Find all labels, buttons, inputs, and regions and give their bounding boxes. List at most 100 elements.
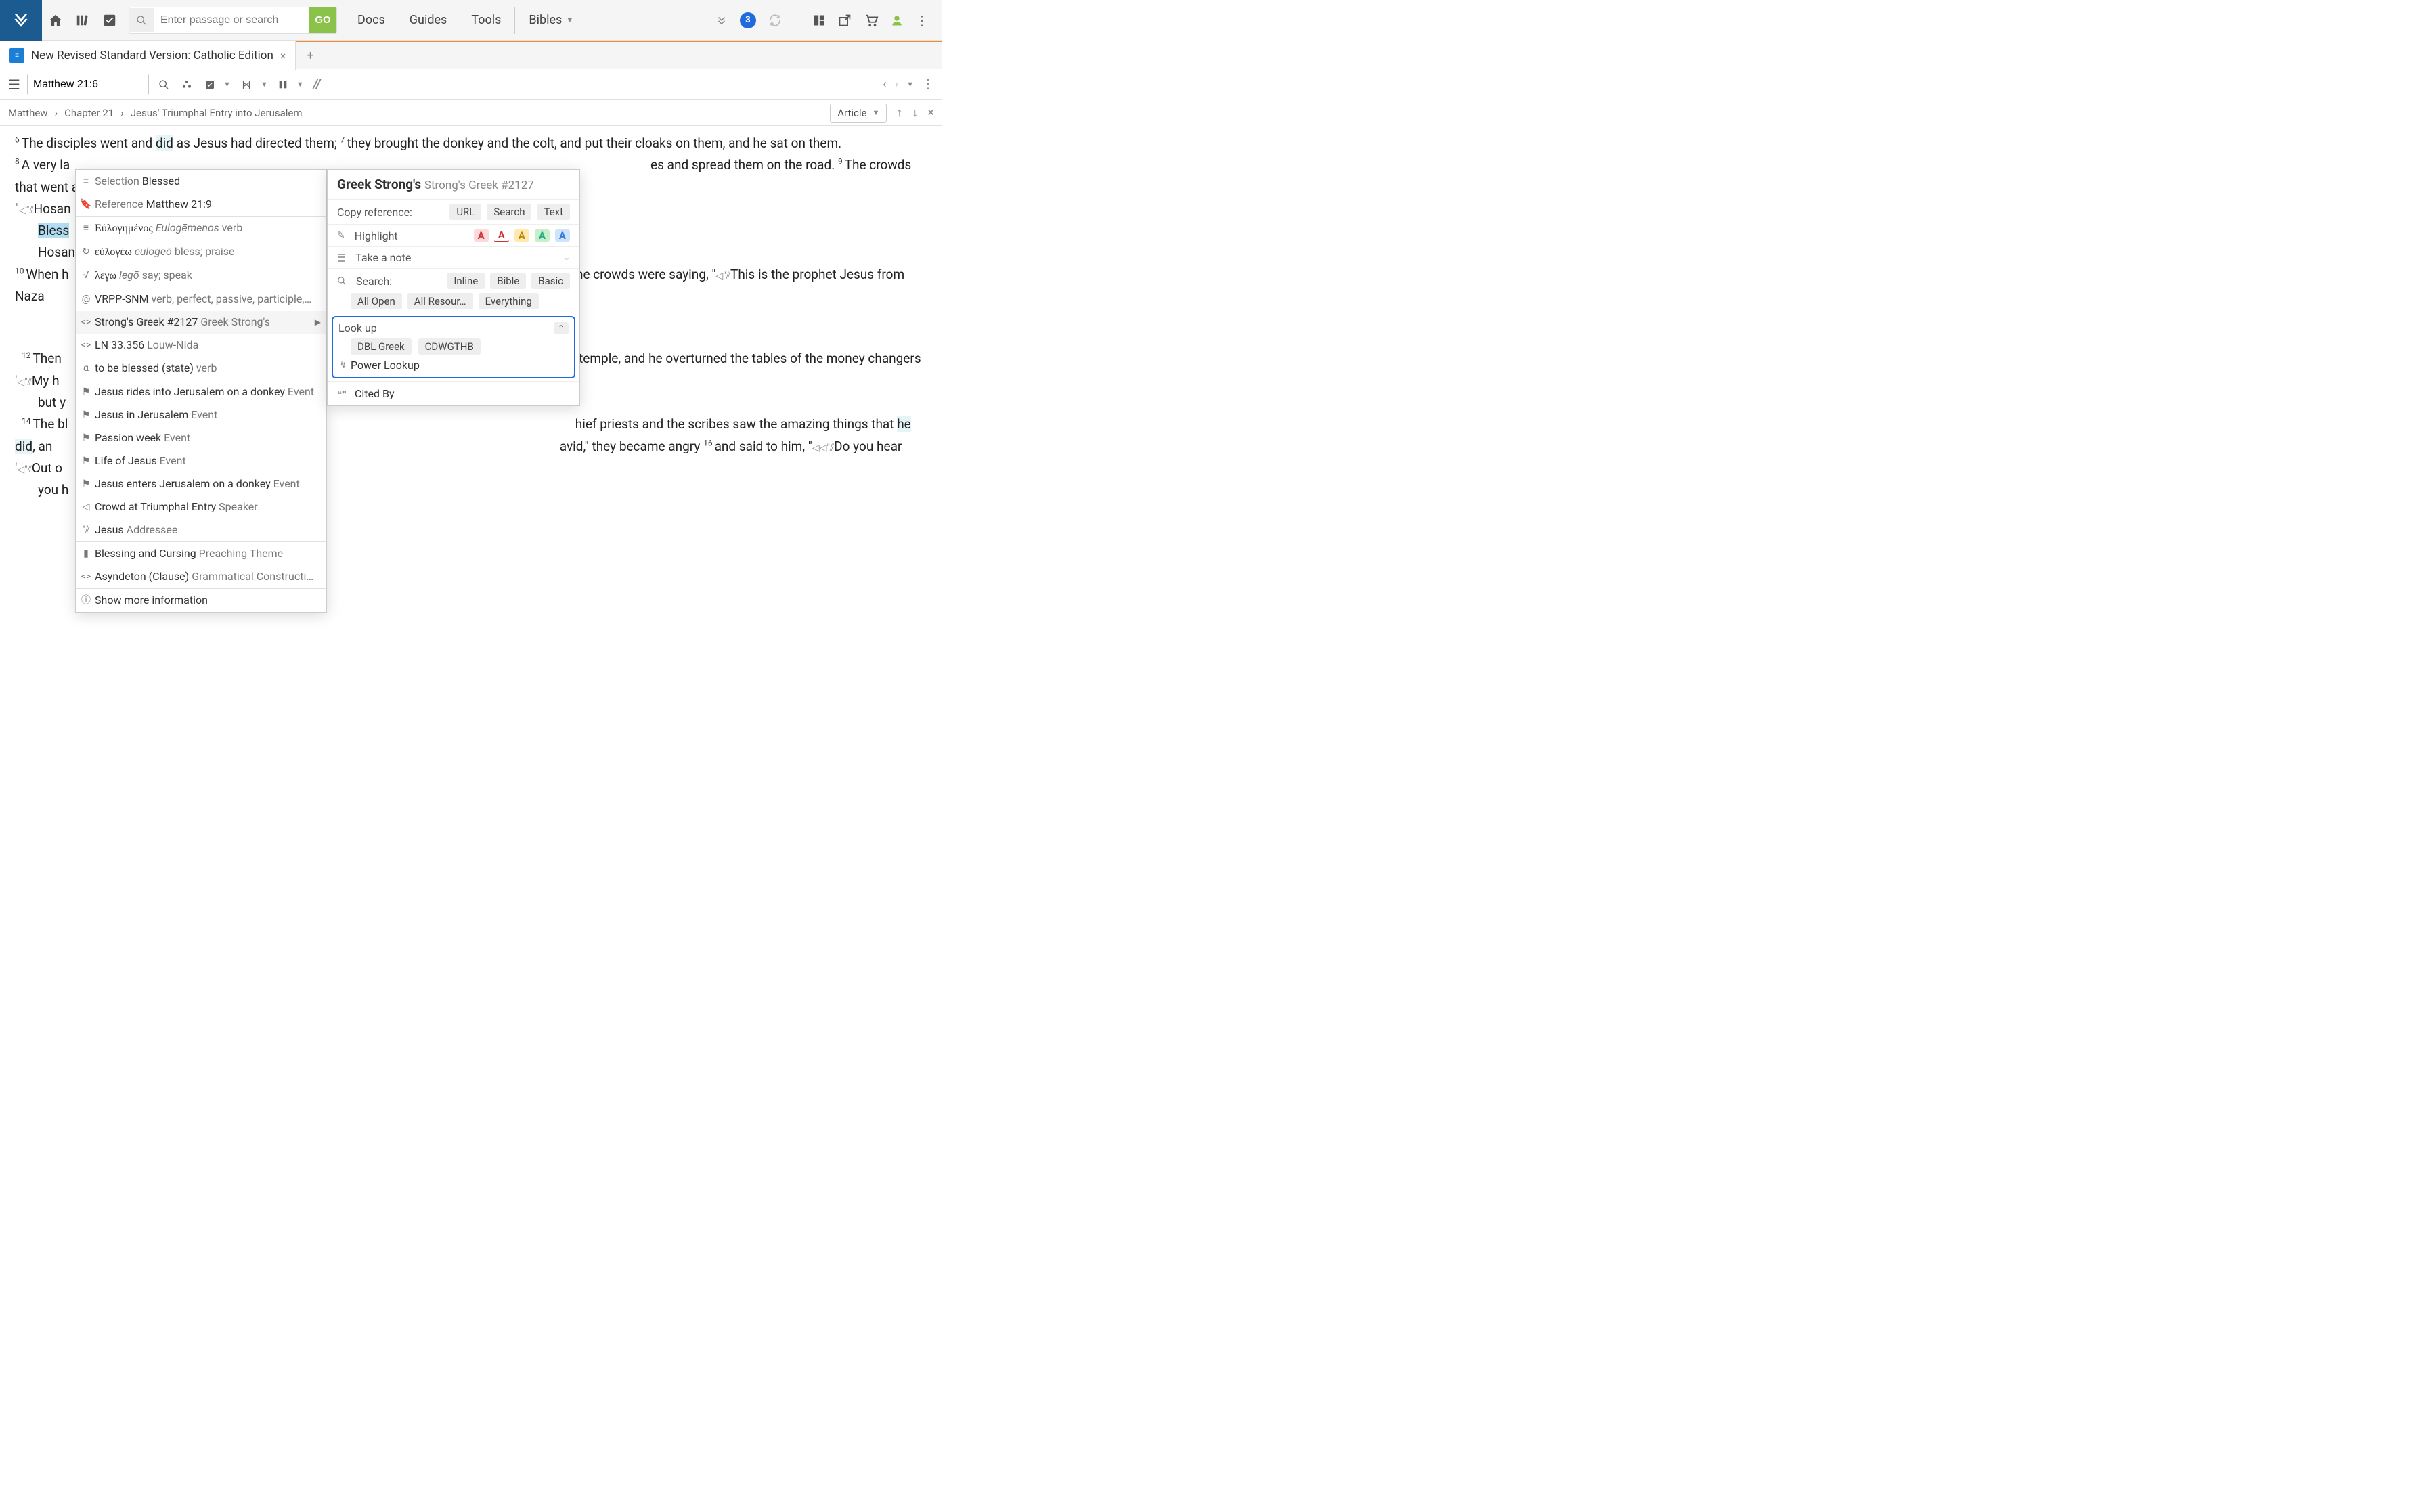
highlight-red[interactable]: A [474,229,489,242]
panel-subtitle: Strong's Greek #2127 [424,179,534,192]
chevron-right-icon: › [120,107,124,119]
search-allopen-button[interactable]: All Open [351,293,402,309]
parallel-icon[interactable]: // [311,77,324,91]
highlight-green[interactable]: A [535,229,550,242]
search-everything-button[interactable]: Everything [479,293,539,309]
kebab-menu-icon[interactable]: ⋮ [922,77,934,91]
verse-text: A very la [22,157,70,173]
nav-tools[interactable]: Tools [471,13,501,27]
ctx-event-1[interactable]: ⚑ Jesus rides into Jerusalem on a donkey… [76,380,326,403]
search-bible-button[interactable]: Bible [490,273,526,289]
transliteration: Eulogēmenos [156,221,219,234]
take-note-row[interactable]: ▤ Take a note ⌄ [328,246,579,268]
tab-nrsvce[interactable]: ≡ New Revised Standard Version: Catholic… [0,41,296,70]
lookup-dblgreek-button[interactable]: DBL Greek [351,338,412,355]
verse-text: you h [38,482,68,497]
hamburger-icon[interactable]: ☰ [8,76,20,93]
popout-icon[interactable] [838,14,852,27]
ctx-event-5[interactable]: ⚑ Jesus enters Jerusalem on a donkey Eve… [76,472,326,495]
code-icon: <> [80,570,92,584]
ctx-ln[interactable]: <> LN 33.356 Louw-Nida [76,334,326,357]
notification-badge[interactable]: 3 [740,12,756,28]
ln-num: LN 33.356 [95,338,144,351]
cart-icon[interactable] [864,13,879,28]
close-icon[interactable]: × [927,106,934,120]
home-icon[interactable] [42,7,69,34]
breadcrumb-pericope[interactable]: Jesus' Triumphal Entry into Jerusalem [131,107,303,119]
app-logo[interactable] [0,0,42,41]
chevron-down-icon[interactable]: ▼ [223,80,231,89]
view-mode-dropdown[interactable]: Article ▼ [830,104,887,123]
copy-text-button[interactable]: Text [537,204,570,220]
ctx-event-3[interactable]: ⚑ Passion week Event [76,426,326,449]
ctx-strongs[interactable]: <> Strong's Greek #2127 Greek Strong's ▶ [76,311,326,334]
highlight-yellow[interactable]: A [514,229,529,242]
expand-down-icon[interactable] [715,14,728,26]
ctx-event-4[interactable]: ⚑ Life of Jesus Event [76,449,326,472]
arrow-down-icon[interactable]: ↓ [912,106,918,120]
breadcrumb-chapter[interactable]: Chapter 21 [64,107,114,119]
search-basic-button[interactable]: Basic [531,273,570,289]
arrow-up-icon[interactable]: ↑ [896,106,902,120]
verse-text: Do you hear [834,439,902,454]
nav-guides[interactable]: Guides [410,13,447,27]
ctx-root[interactable]: ↻ εὐλογέω eulogeō bless; praise [76,240,326,264]
chevron-down-icon[interactable]: ▼ [296,80,304,89]
interlinear-icon[interactable] [238,79,255,91]
nav-prev-icon[interactable]: ‹ [883,77,886,91]
transliteration: legō [119,269,139,282]
ctx-label: verb, perfect, passive, participle,… [152,292,312,305]
ctx-value: Matthew 21:9 [146,198,212,210]
ctx-lego[interactable]: √ λεγω legō say; speak [76,264,326,288]
lookup-section: Look up ⌃ DBL Greek CDWGTHB Power Lookup [332,316,575,378]
ctx-label: Preaching Theme [199,547,283,560]
ctx-selection[interactable]: ≡ Selection Blessed [76,170,326,193]
ctx-speaker[interactable]: ◁ Crowd at Triumphal Entry Speaker [76,495,326,518]
cited-by[interactable]: ❝❞ Cited By [328,381,579,405]
todo-icon[interactable] [96,7,123,34]
ctx-state[interactable]: α to be blessed (state) verb [76,357,326,380]
search-inline-button[interactable]: Inline [447,273,485,289]
chevron-down-icon[interactable]: ▼ [261,80,268,89]
ctx-grammar[interactable]: <> Asyndeton (Clause) Grammatical Constr… [76,565,326,588]
lookup-cdwgthb-button[interactable]: CDWGTHB [418,338,481,355]
cluster-icon[interactable] [179,79,195,90]
ctx-lemma[interactable]: ▼ ≡ Εὐλογημένος Eulogēmenos verb [76,217,326,240]
chevron-down-icon[interactable]: ▼ [906,80,914,89]
ctx-more-info[interactable]: ⓘ Show more information [76,589,326,612]
nav-bibles[interactable]: Bibles ▼ [529,13,573,27]
ctx-morph[interactable]: @ VRPP-SNM verb, perfect, passive, parti… [76,288,326,311]
text-icon: ≡ [80,221,92,236]
copy-url-button[interactable]: URL [449,204,481,220]
highlight-blue[interactable]: A [555,229,570,242]
check-dropdown-icon[interactable] [202,79,218,90]
ctx-event-2[interactable]: ⚑ Jesus in Jerusalem Event [76,403,326,426]
add-tab-button[interactable]: + [296,49,324,63]
layout-icon[interactable] [812,14,826,27]
ctx-theme[interactable]: ▶ ▮ Blessing and Cursing Preaching Theme [76,542,326,565]
breadcrumb-book[interactable]: Matthew [8,107,48,119]
event-text: Passion week [95,431,161,444]
nav-next-icon[interactable]: › [895,77,898,91]
ctx-addressee[interactable]: "⫽ Jesus Addressee [76,518,326,541]
copy-search-button[interactable]: Search [487,204,531,220]
theme-icon: ▮ [80,547,92,561]
verse-text: e temple, and he overturned the tables o… [569,351,921,366]
columns-icon[interactable] [275,79,291,90]
library-icon[interactable] [69,7,96,34]
kebab-menu-icon[interactable]: ⋮ [915,12,929,28]
reference-input[interactable] [27,74,149,95]
ctx-label: Addressee [127,523,178,536]
collapse-lookup-icon[interactable]: ⌃ [554,322,569,334]
close-icon[interactable]: × [280,49,286,62]
search-allresources-button[interactable]: All Resour… [407,293,473,309]
sync-icon[interactable] [768,14,782,27]
search-input[interactable] [154,8,309,32]
go-button[interactable]: GO [309,7,336,33]
power-lookup[interactable]: Power Lookup [351,359,569,372]
ctx-reference[interactable]: 🔖 Reference Matthew 21:9 [76,193,326,216]
search-icon[interactable] [156,79,172,90]
nav-docs[interactable]: Docs [357,13,385,27]
highlight-underline[interactable]: A [494,229,509,242]
user-icon[interactable] [891,14,903,26]
